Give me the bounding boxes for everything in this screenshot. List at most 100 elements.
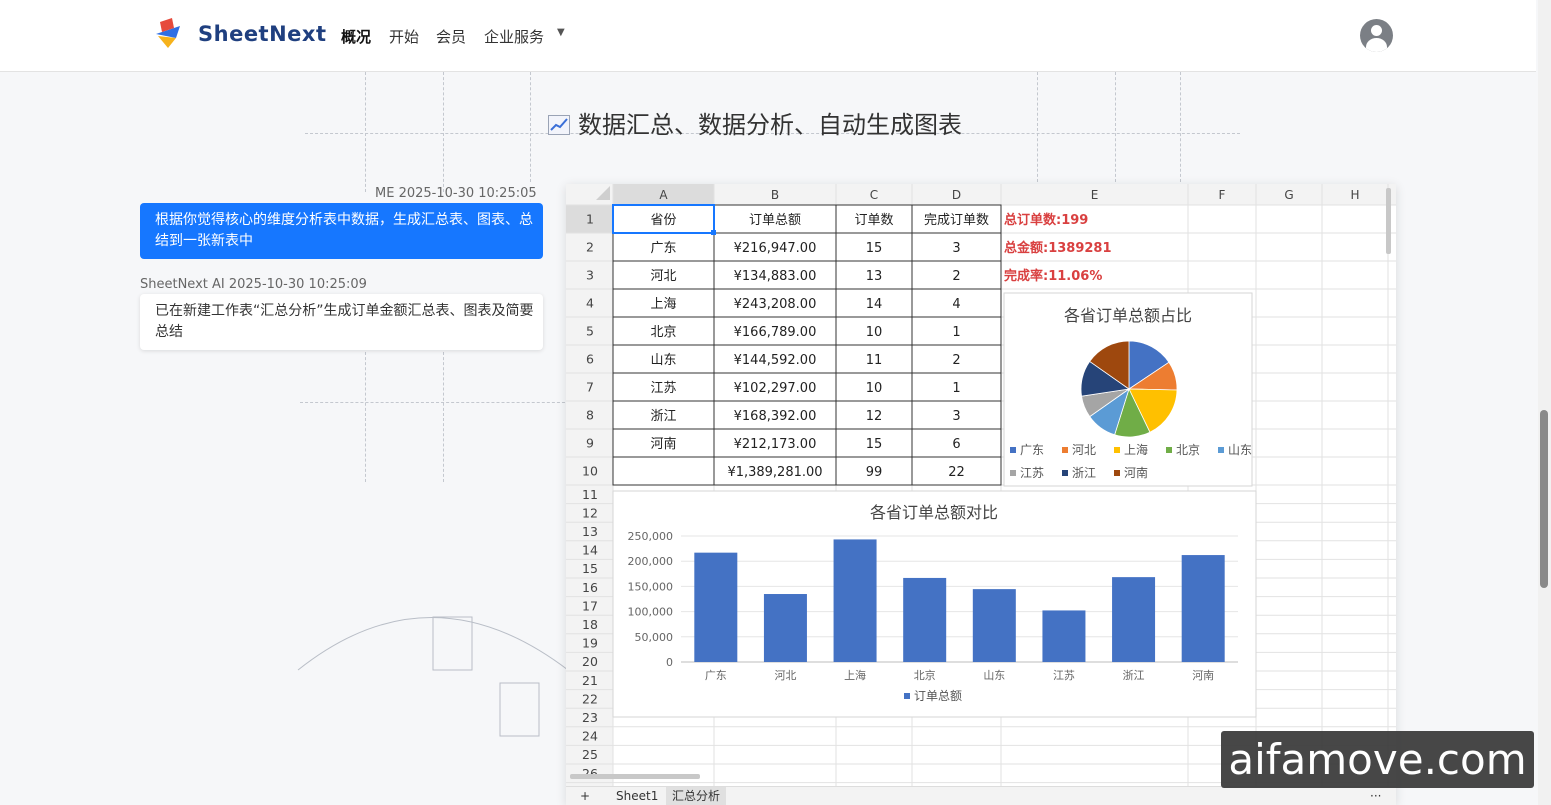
table-cell[interactable]: 1 [952, 325, 960, 340]
more-sheets-button[interactable]: ··· [1370, 789, 1381, 803]
page-scrollbar[interactable] [1538, 0, 1551, 805]
row-header[interactable]: 13 [582, 524, 598, 539]
summary-cell[interactable]: 总金额:1389281 [1004, 240, 1112, 256]
fill-handle[interactable] [711, 230, 716, 235]
row-header[interactable]: 6 [586, 352, 594, 367]
row-header[interactable]: 20 [582, 654, 598, 669]
sheet-scrollbar-thumb[interactable] [1386, 188, 1391, 254]
table-cell[interactable]: ¥212,173.00 [734, 437, 817, 452]
table-cell[interactable]: 江苏 [650, 380, 676, 396]
table-cell[interactable]: 山东 [650, 353, 676, 368]
row-header[interactable]: 11 [582, 487, 598, 502]
table-cell[interactable]: 3 [952, 241, 960, 256]
table-cell[interactable]: ¥216,947.00 [734, 241, 817, 256]
column-header-B[interactable]: B [771, 188, 779, 202]
row-header[interactable]: 17 [582, 598, 598, 613]
row-header[interactable]: 10 [582, 464, 598, 479]
table-cell[interactable]: 上海 [650, 297, 676, 312]
bar-浙江[interactable] [1112, 577, 1156, 662]
table-cell[interactable]: ¥1,389,281.00 [727, 465, 822, 480]
table-cell[interactable]: 浙江 [650, 409, 676, 424]
chevron-down-icon[interactable]: ▼ [557, 27, 565, 38]
table-cell[interactable]: 11 [866, 353, 883, 368]
row-header[interactable]: 2 [586, 240, 594, 255]
nav-enterprise-services[interactable]: 企业服务 [484, 26, 544, 47]
row-header[interactable]: 4 [586, 296, 594, 311]
bar-上海[interactable] [833, 539, 877, 662]
table-cell[interactable]: 北京 [650, 325, 676, 340]
row-header[interactable]: 5 [586, 324, 594, 339]
bar-山东[interactable] [972, 589, 1016, 662]
column-header-H[interactable]: H [1350, 188, 1359, 202]
table-cell[interactable]: 6 [952, 437, 960, 452]
spreadsheet-panel[interactable]: A B C D E F G H 1 2 3 4 5 6 7 8 9 10 11 12 13 14 15 16 17 18 19 20 2… [566, 184, 1396, 805]
bar-广东[interactable] [694, 552, 738, 662]
column-header-C[interactable]: C [870, 188, 878, 202]
column-header-E[interactable]: E [1091, 188, 1099, 202]
table-cell[interactable]: 河北 [650, 269, 676, 284]
table-cell[interactable]: 15 [866, 437, 883, 452]
table-cell[interactable]: 河南 [650, 436, 676, 452]
row-header[interactable]: 8 [586, 408, 594, 423]
row-header[interactable]: 16 [582, 580, 598, 595]
row-header[interactable]: 7 [586, 380, 594, 395]
row-header[interactable]: 24 [582, 729, 598, 744]
table-cell[interactable]: ¥243,208.00 [734, 297, 817, 312]
table-cell[interactable]: 22 [948, 465, 965, 480]
table-cell[interactable]: 12 [866, 409, 883, 424]
brand-name[interactable]: SheetNext [198, 22, 327, 46]
summary-cell[interactable]: 总订单数:199 [1004, 212, 1088, 228]
table-cell[interactable]: ¥102,297.00 [734, 381, 817, 396]
bar-河南[interactable] [1181, 555, 1225, 662]
row-header[interactable]: 1 [586, 212, 594, 227]
bar-河北[interactable] [763, 594, 807, 662]
table-cell[interactable]: 广东 [650, 241, 676, 256]
table-cell[interactable]: 14 [866, 297, 883, 312]
row-header[interactable]: 14 [582, 543, 598, 558]
row-header[interactable]: 23 [582, 710, 598, 725]
table-header-cell[interactable]: 省份 [650, 213, 676, 228]
table-header-cell[interactable]: 订单数 [854, 213, 893, 228]
table-cell[interactable]: 13 [866, 269, 883, 284]
table-header-cell[interactable]: 完成订单数 [924, 213, 989, 228]
row-header[interactable]: 25 [582, 747, 598, 762]
add-sheet-button[interactable]: + [580, 789, 590, 803]
spreadsheet-grid[interactable]: A B C D E F G H12345678910111213141516171819202… [566, 184, 1396, 786]
table-cell[interactable]: 10 [866, 381, 883, 396]
column-header-D[interactable]: D [952, 188, 961, 202]
table-cell[interactable]: 3 [952, 409, 960, 424]
column-header-G[interactable]: G [1284, 188, 1293, 202]
row-header[interactable]: 3 [586, 268, 594, 283]
table-cell[interactable]: 4 [952, 297, 960, 312]
row-header[interactable]: 12 [582, 505, 598, 520]
column-header-F[interactable]: F [1219, 188, 1226, 202]
summary-cell[interactable]: 完成率:11.06% [1004, 268, 1102, 284]
table-cell[interactable]: 2 [952, 269, 960, 284]
row-header[interactable]: 21 [582, 673, 598, 688]
nav-start[interactable]: 开始 [389, 26, 419, 47]
user-avatar-icon[interactable] [1360, 19, 1393, 52]
nav-overview[interactable]: 概况 [341, 26, 371, 47]
table-cell[interactable]: 2 [952, 353, 960, 368]
row-header[interactable]: 22 [582, 691, 598, 706]
table-cell[interactable]: ¥134,883.00 [734, 269, 817, 284]
row-header[interactable]: 15 [582, 561, 598, 576]
row-header[interactable]: 18 [582, 617, 598, 632]
page-scrollbar-thumb[interactable] [1540, 410, 1548, 588]
sheet-tab-sheet1[interactable]: Sheet1 [616, 789, 658, 803]
table-cell[interactable]: 15 [866, 241, 883, 256]
bar-北京[interactable] [903, 577, 947, 662]
column-header-A[interactable]: A [659, 188, 668, 202]
table-cell[interactable]: ¥144,592.00 [734, 353, 817, 368]
table-cell[interactable]: ¥168,392.00 [734, 409, 817, 424]
row-header[interactable]: 19 [582, 636, 598, 651]
sheet-tab-summary[interactable]: 汇总分析 [666, 787, 727, 805]
bar-江苏[interactable] [1042, 610, 1086, 662]
nav-membership[interactable]: 会员 [436, 26, 466, 47]
table-cell[interactable]: 10 [866, 325, 883, 340]
table-header-cell[interactable]: 订单总额 [749, 213, 801, 228]
table-cell[interactable]: 1 [952, 381, 960, 396]
sheet-hscrollbar-thumb[interactable] [570, 774, 700, 779]
table-cell[interactable]: ¥166,789.00 [734, 325, 817, 340]
row-header[interactable]: 9 [586, 436, 594, 451]
